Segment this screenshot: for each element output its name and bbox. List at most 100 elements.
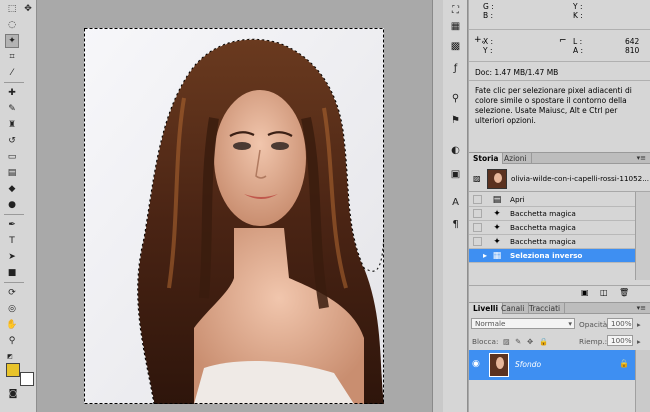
healing-brush-tool-icon[interactable]: ✚ [5,86,19,100]
info-x-label: X : [483,37,494,46]
foreground-color-swatch[interactable] [6,363,20,377]
path-selection-tool-icon[interactable]: ➤ [5,250,19,264]
layer-name[interactable]: Sfondo [515,360,541,369]
brush-tool-icon[interactable]: ✎ [5,102,19,116]
history-scrollbar[interactable] [635,192,650,280]
brushes-panel-icon[interactable]: ⚲ [448,92,463,106]
info-k-label: K : [573,11,583,20]
eye-icon[interactable]: ◉ [472,359,480,369]
fill-label: Riemp.: [579,337,608,346]
3d-orbit-tool-icon[interactable]: ◎ [5,302,19,316]
background-color-swatch[interactable] [20,372,34,386]
styles-panel-icon[interactable]: ▩ [448,40,463,54]
canvas-vertical-scrollbar[interactable] [432,0,443,412]
history-snapshot[interactable]: ▨ olivia-wilde-con-i-capelli-rossi-11052… [469,167,650,192]
document-size: Doc: 1.47 MB/1.47 MB [475,68,559,77]
layer-row[interactable]: ◉ Sfondo 🔒 [469,350,635,380]
info-y-label: Y : [573,2,583,11]
info-a-label: A : [573,46,584,55]
swatches-panel-icon[interactable]: ▦ [448,20,463,34]
tools-divider [4,82,24,83]
lock-transparency-icon[interactable]: ▨ [503,337,510,346]
panel-menu-icon[interactable]: ▾≡ [637,304,646,313]
fill-slider-arrow-icon[interactable]: ▸ [637,337,641,346]
history-checkbox[interactable] [473,237,482,246]
panel-menu-icon[interactable]: ▾≡ [637,154,646,163]
tab-tracciati[interactable]: Tracciati [525,303,566,314]
history-tabbar: Storia Azioni ▾≡ [469,152,650,164]
blur-tool-icon[interactable]: ◆ [5,182,19,196]
tab-storia[interactable]: Storia [469,153,504,164]
adjustments-panel-icon[interactable]: ƒ [448,62,463,76]
panel-icon-column: ⛶ ▦ ▩ ƒ ⚲ ⚑ ◐ ▣ A ¶ [443,0,468,412]
trash-icon[interactable]: 🗑 [619,288,629,297]
clone-source-panel-icon[interactable]: ⚑ [448,114,463,128]
new-snapshot-icon[interactable]: ◫ [600,288,608,297]
magic-wand-icon: ✦ [493,237,501,247]
document-canvas[interactable] [84,28,384,404]
fill-field[interactable]: 100% [607,335,633,346]
tool-hint-text: Fate clic per selezionare pixel adiacent… [475,86,632,125]
info-l-label: L : [573,37,583,46]
dodge-tool-icon[interactable]: ● [5,198,19,212]
history-checkbox[interactable] [473,195,482,204]
zoom-tool-icon[interactable]: ⚲ [5,334,19,348]
opacity-field[interactable]: 100% [607,318,633,329]
crop-tool-icon[interactable]: ⌗ [5,50,19,64]
eraser-tool-icon[interactable]: ▭ [5,150,19,164]
type-tool-icon[interactable]: T [5,234,19,248]
lock-pixels-icon[interactable]: ✎ [515,337,521,346]
info-g-label: G : [483,2,494,11]
tools-divider [4,214,24,215]
lock-position-icon[interactable]: ✥ [527,337,533,346]
history-brush-tool-icon[interactable]: ↺ [5,134,19,148]
3d-rotate-tool-icon[interactable]: ⟳ [5,286,19,300]
magic-wand-icon: ✦ [493,209,501,219]
lock-all-icon[interactable]: 🔒 [539,337,548,346]
marquee-tool-icon[interactable]: ⬚ [5,2,19,16]
history-step-selected[interactable]: ▸ ▦ Seleziona inverso [469,249,635,263]
canvas-area[interactable] [38,0,432,412]
tools-divider [4,282,24,283]
history-panel-icon[interactable]: ▣ [448,168,463,182]
history-checkbox[interactable] [473,223,482,232]
layers-scrollbar[interactable] [635,350,650,412]
default-colors-icon[interactable]: ◩ [3,350,17,364]
masks-panel-icon[interactable]: ◐ [448,144,463,158]
info-l-value: 642 [625,37,640,46]
magic-wand-icon: ✦ [493,223,501,233]
layer-lock-icon: 🔒 [619,359,629,368]
blend-mode-select[interactable]: Normale ▾ [471,318,575,329]
clone-stamp-tool-icon[interactable]: ♜ [5,118,19,132]
document-icon: ▤ [492,195,502,205]
tab-azioni[interactable]: Azioni [500,153,532,164]
shape-tool-icon[interactable]: ■ [5,266,19,280]
history-step[interactable]: ✦ Bacchetta magica [469,235,635,249]
portrait-image [84,28,384,404]
opacity-slider-arrow-icon[interactable]: ▸ [637,320,641,329]
move-tool-icon[interactable]: ✥ [21,2,35,16]
right-panels: G : B : Y : K : +, X : Y : ⌐ L : A : 642… [469,0,650,412]
paragraph-panel-icon[interactable]: ¶ [448,218,463,232]
history-step[interactable]: ▤ Apri [469,193,635,207]
info-divider [469,61,650,62]
history-footer: ▣ ◫ 🗑 [469,285,650,299]
face-shape [214,90,306,226]
pen-tool-icon[interactable]: ✒ [5,218,19,232]
lasso-tool-icon[interactable]: ◌ [5,18,19,32]
quick-mask-icon[interactable]: ◙ [6,387,20,401]
new-document-from-state-icon[interactable]: ▣ [581,288,589,297]
opacity-label: Opacità: [579,320,610,329]
character-panel-icon[interactable]: A [448,196,463,210]
history-checkbox[interactable] [473,209,482,218]
hand-tool-icon[interactable]: ✋ [5,318,19,332]
color-panel-icon[interactable]: ⛶ [448,4,463,18]
gradient-tool-icon[interactable]: ▤ [5,166,19,180]
history-step[interactable]: ✦ Bacchetta magica [469,207,635,221]
history-step-label: Bacchetta magica [510,237,576,246]
dimensions-icon: ⌐ [559,36,567,46]
history-step[interactable]: ✦ Bacchetta magica [469,221,635,235]
magic-wand-tool-icon[interactable]: ✦ [5,34,19,48]
layers-tabbar: Livelli Canali Tracciati ▾≡ [469,302,650,314]
eyedropper-tool-icon[interactable]: ⁄ [5,66,19,80]
